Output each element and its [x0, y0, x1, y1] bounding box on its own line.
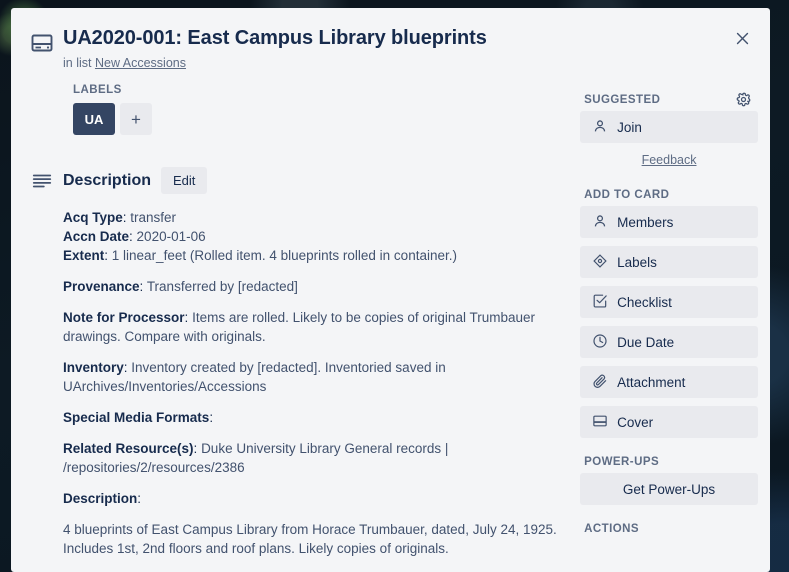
sidebar-item-label: Attachment	[617, 374, 686, 390]
field-label: Acq Type	[63, 210, 123, 225]
add-to-card-heading: ADD TO CARD	[584, 189, 758, 201]
suggested-heading-label: SUGGESTED	[584, 94, 661, 106]
sidebar-group-power-ups: POWER-UPS Get Power-Ups	[580, 456, 758, 505]
description-field-extent: Extent: 1 linear_feet (Rolled item. 4 bl…	[63, 248, 457, 263]
card-header: UA2020-001: East Campus Library blueprin…	[11, 8, 770, 72]
sidebar-item-labels[interactable]: Labels	[580, 246, 758, 278]
field-value: 2020-01-06	[136, 229, 206, 244]
card-detail-modal: UA2020-001: East Campus Library blueprin…	[11, 8, 770, 572]
sidebar-group-suggested: SUGGESTED Join Feedback	[580, 92, 758, 169]
sidebar-item-label: Cover	[617, 414, 654, 430]
description-field-acq-type: Acq Type: transfer	[63, 210, 177, 225]
add-label-button[interactable]: +	[120, 103, 152, 135]
gear-icon[interactable]	[730, 86, 756, 112]
description-field-related-resources: Related Resource(s): Duke University Lib…	[63, 441, 449, 475]
person-icon	[592, 118, 608, 137]
sidebar-group-add-to-card: ADD TO CARD Members Labels Checklist Due…	[580, 189, 758, 438]
card-list-location: in list New Accessions	[63, 56, 718, 70]
description-body-text: 4 blueprints of East Campus Library from…	[63, 522, 557, 556]
sidebar-item-attachment[interactable]: Attachment	[580, 366, 758, 398]
clock-icon	[592, 333, 608, 352]
sidebar-item-label: Checklist	[617, 294, 672, 310]
power-ups-heading-label: POWER-UPS	[584, 456, 660, 468]
labels-heading: LABELS	[73, 84, 122, 96]
actions-heading: ACTIONS	[584, 523, 758, 535]
card-sidebar: SUGGESTED Join Feedback ADD TO CARD Memb…	[580, 72, 758, 570]
label-chip-ua[interactable]: UA	[73, 103, 115, 135]
label-tag-icon	[592, 253, 608, 272]
close-icon	[734, 30, 751, 50]
sidebar-item-checklist[interactable]: Checklist	[580, 286, 758, 318]
field-label: Note for Processor	[63, 310, 185, 325]
cover-icon	[592, 413, 608, 432]
paperclip-icon	[592, 373, 608, 392]
sidebar-item-label: Labels	[617, 254, 657, 270]
description-lines-icon	[31, 170, 53, 192]
person-icon	[592, 213, 608, 232]
description-field-provenance: Provenance: Transferred by [redacted]	[63, 279, 298, 294]
labels-row: UA +	[73, 103, 572, 135]
field-label: Extent	[63, 248, 105, 263]
sidebar-item-label: Members	[617, 214, 674, 230]
description-field-accn-date: Accn Date: 2020-01-06	[63, 229, 206, 244]
field-label: Related Resource(s)	[63, 441, 194, 456]
description-field-inventory: Inventory: Inventory created by [redacte…	[63, 360, 446, 394]
checkbox-icon	[592, 293, 608, 312]
sidebar-item-members[interactable]: Members	[580, 206, 758, 238]
sidebar-item-label: Due Date	[617, 334, 675, 350]
description-field-special-media-formats: Special Media Formats:	[63, 410, 214, 425]
edit-description-button[interactable]: Edit	[161, 167, 208, 194]
field-value: 1 linear_feet (Rolled item. 4 blueprints…	[111, 248, 457, 263]
description-title: Description	[63, 171, 152, 189]
card-main-column: LABELS UA + Description Edit Acq Type: t…	[11, 72, 580, 570]
actions-heading-label: ACTIONS	[584, 523, 640, 535]
description-section: Description Edit Acq Type: transfer Accn…	[32, 167, 572, 558]
field-label: Accn Date	[63, 229, 130, 244]
feedback-link[interactable]: Feedback	[642, 153, 697, 167]
card-cover-icon	[30, 31, 54, 55]
sidebar-item-due-date[interactable]: Due Date	[580, 326, 758, 358]
field-label: Special Media Formats	[63, 410, 210, 425]
card-title: UA2020-001: East Campus Library blueprin…	[63, 27, 487, 49]
list-link[interactable]: New Accessions	[95, 56, 186, 70]
feedback-row: Feedback	[580, 151, 758, 169]
close-button[interactable]	[726, 24, 758, 56]
field-label: Inventory	[63, 360, 124, 375]
labels-section: LABELS UA +	[63, 84, 572, 135]
sidebar-item-join[interactable]: Join	[580, 111, 758, 143]
description-field-description: Description:	[63, 491, 142, 506]
sidebar-item-cover[interactable]: Cover	[580, 406, 758, 438]
get-power-ups-button[interactable]: Get Power-Ups	[580, 473, 758, 505]
power-ups-heading: POWER-UPS	[584, 456, 758, 468]
description-header: Description Edit	[31, 167, 572, 194]
field-value: Transferred by [redacted]	[146, 279, 298, 294]
card-body: LABELS UA + Description Edit Acq Type: t…	[11, 72, 770, 570]
sidebar-group-actions: ACTIONS	[580, 523, 758, 535]
field-label: Provenance	[63, 279, 140, 294]
description-content: Acq Type: transfer Accn Date: 2020-01-06…	[63, 208, 572, 558]
add-to-card-heading-label: ADD TO CARD	[584, 189, 670, 201]
suggested-heading: SUGGESTED	[584, 92, 758, 106]
field-value: transfer	[130, 210, 177, 225]
in-list-prefix: in list	[63, 56, 92, 70]
description-field-note-for-processor: Note for Processor: Items are rolled. Li…	[63, 310, 535, 344]
sidebar-item-label: Join	[617, 119, 642, 135]
field-label: Description	[63, 491, 138, 506]
